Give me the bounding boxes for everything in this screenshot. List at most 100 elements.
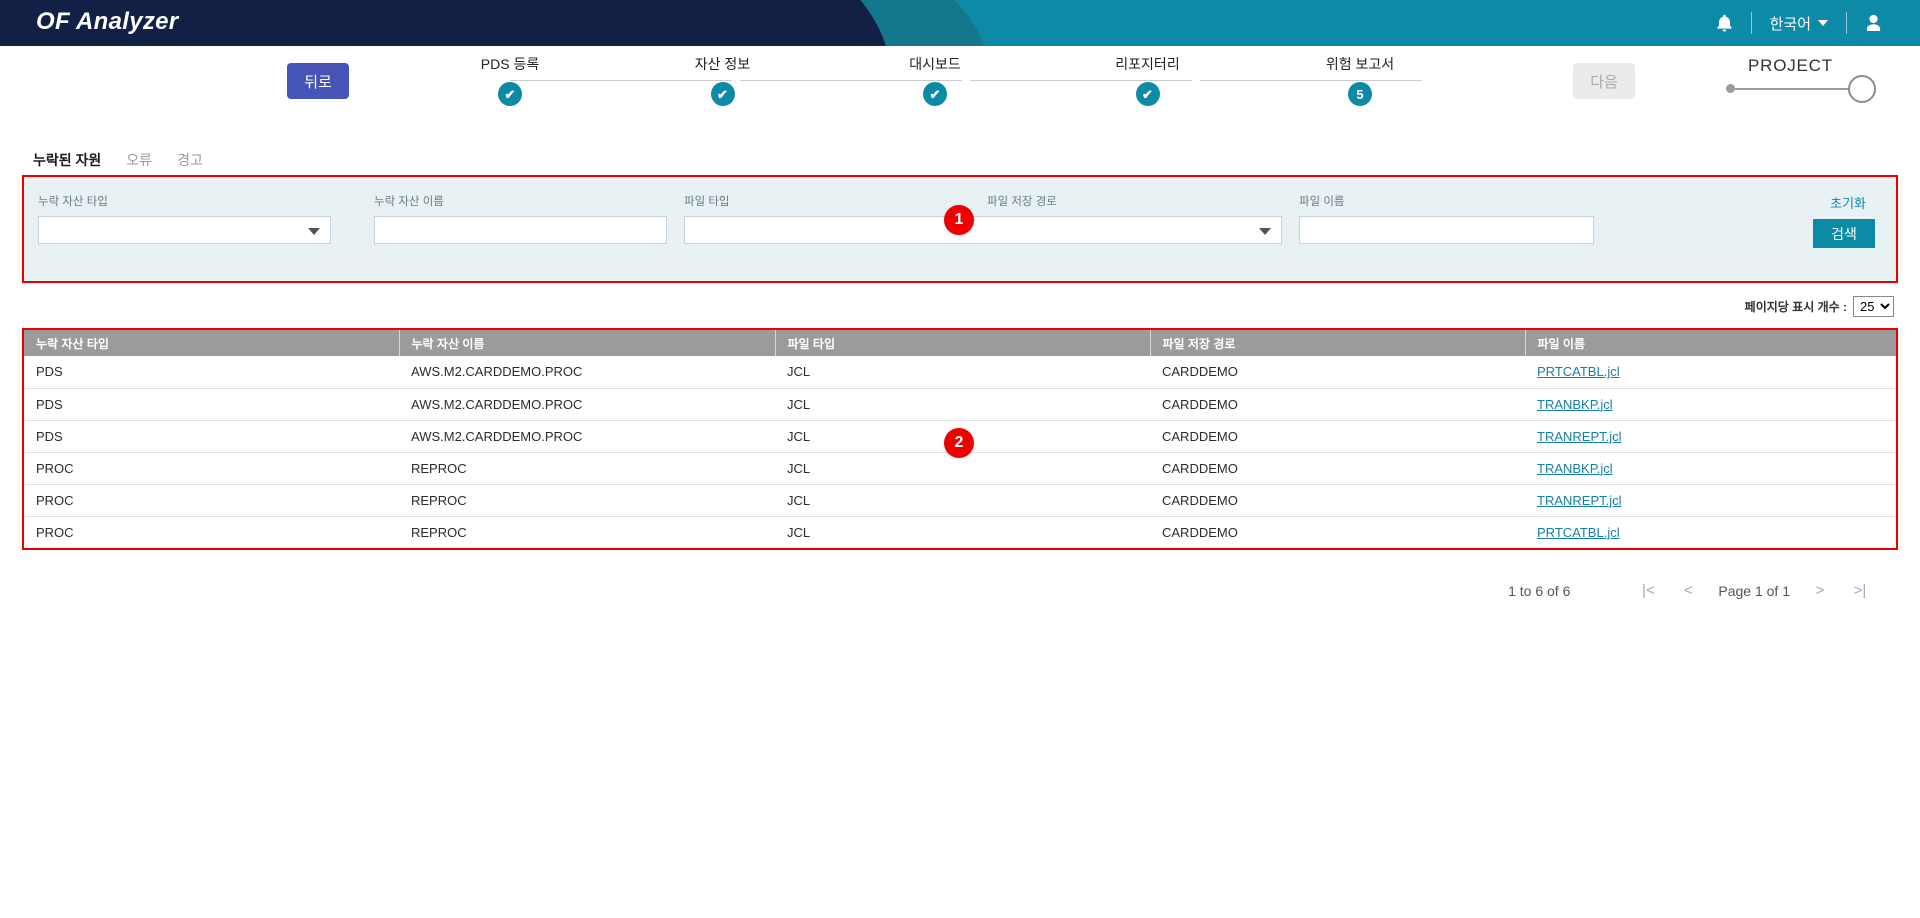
wizard-toolbar: 뒤로 PDS 등록 ✔ 자산 정보 ✔ 대시보드 ✔ 리포지터리 ✔ 위험 보고… <box>0 46 1920 118</box>
file-link[interactable]: PRTCATBL.jcl <box>1537 525 1620 540</box>
step-status-icon: ✔ <box>1135 82 1160 106</box>
cell-file-name: TRANBKP.jcl <box>1525 452 1896 485</box>
cell-file-name: TRANREPT.jcl <box>1525 484 1896 517</box>
cell-file-name: PRTCATBL.jcl <box>1525 356 1896 389</box>
file-name-input[interactable] <box>1299 216 1594 244</box>
cell-file-type: JCL <box>775 388 1150 421</box>
filter-label: 누락 자산 타입 <box>38 196 108 208</box>
file-link[interactable]: TRANREPT.jcl <box>1537 493 1622 508</box>
last-page-button[interactable]: >| <box>1840 582 1880 599</box>
cell-file-path: CARDDEMO <box>1150 420 1525 453</box>
page-indicator: Page 1 of 1 <box>1718 582 1790 599</box>
asset-type-select[interactable] <box>38 216 331 244</box>
table-row: PDS AWS.M2.CARDDEMO.PROC JCL CARDDEMO PR… <box>24 356 1896 389</box>
table-row: PROC REPROC JCL CARDDEMO TRANREPT.jcl <box>24 484 1896 517</box>
tab-missing-resources[interactable]: 누락된 자원 <box>33 150 101 170</box>
column-header-file-type[interactable]: 파일 타입 <box>774 330 1150 356</box>
filter-label: 파일 저장 경로 <box>987 196 1057 208</box>
step-label: 자산 정보 <box>694 56 751 72</box>
language-label: 한국어 <box>1769 15 1811 33</box>
next-button[interactable]: 다음 <box>1573 63 1635 99</box>
cell-file-name: TRANREPT.jcl <box>1525 420 1896 453</box>
cell-file-path: CARDDEMO <box>1162 524 1238 540</box>
cell-asset-type: PROC <box>24 484 399 517</box>
step-label: PDS 등록 <box>480 56 540 72</box>
step-marker: ✔ <box>1142 86 1153 102</box>
annotation-marker-1: 1 <box>944 205 974 235</box>
cell-asset-name: REPROC <box>399 452 775 485</box>
language-selector[interactable]: 한국어 <box>1752 0 1846 46</box>
content-tabs: 누락된 자원 오류 경고 <box>33 150 203 170</box>
filter-asset-name: 누락 자산 이름 <box>374 193 667 244</box>
page-size-label: 페이지당 표시 개수 : <box>1744 300 1847 314</box>
step-connector-4 <box>1200 80 1422 81</box>
page-size-select[interactable]: 25 <box>1853 296 1894 317</box>
tab-warnings[interactable]: 경고 <box>177 150 203 170</box>
user-account-button[interactable] <box>1847 0 1900 46</box>
user-icon <box>1866 14 1881 31</box>
table-row: PROC REPROC JCL CARDDEMO PRTCATBL.jcl <box>24 516 1896 548</box>
table-head: 누락 자산 타입 누락 자산 이름 파일 타입 파일 저장 경로 파일 이름 <box>24 330 1896 356</box>
step-label: 리포지터리 <box>1115 56 1180 72</box>
project-progress-dot <box>1726 84 1735 93</box>
step-status-icon: 5 <box>1348 82 1372 106</box>
step-connector-3 <box>970 80 1192 81</box>
file-link[interactable]: TRANBKP.jcl <box>1537 397 1613 412</box>
back-button[interactable]: 뒤로 <box>287 63 349 99</box>
bell-icon <box>1716 14 1732 31</box>
step-status-icon: ✔ <box>710 82 735 106</box>
cell-file-path: CARDDEMO <box>1150 356 1525 389</box>
search-button[interactable]: 검색 <box>1813 219 1875 248</box>
filter-label: 누락 자산 이름 <box>374 196 444 208</box>
cell-asset-name: AWS.M2.CARDDEMO.PROC <box>399 356 775 389</box>
chevron-down-icon <box>1818 20 1828 26</box>
first-page-button[interactable]: |< <box>1628 582 1668 599</box>
pagination: 1 to 6 of 6 |< < Page 1 of 1 > >| <box>1508 582 1880 599</box>
cell-asset-type: PDS <box>24 388 399 421</box>
cell-file-name: TRANBKP.jcl <box>1525 388 1896 421</box>
cell-asset-type: PDS <box>24 420 399 453</box>
cell-asset-name: REPROC <box>399 484 775 517</box>
cell-asset-type: PROC <box>24 452 399 485</box>
cell-file-path: CARDDEMO <box>1150 484 1525 517</box>
project-progress-indicator: PROJECT <box>1726 56 1886 112</box>
column-header-file-path[interactable]: 파일 저장 경로 <box>1149 330 1525 356</box>
chevron-down-icon <box>1259 228 1271 235</box>
file-type-select[interactable] <box>684 216 1282 244</box>
cell-asset-name: AWS.M2.CARDDEMO.PROC <box>399 388 775 421</box>
step-marker: ✔ <box>929 86 941 102</box>
step-status-icon: ✔ <box>923 82 947 106</box>
top-bar-actions: 한국어 <box>1698 0 1900 46</box>
filter-file-path: 파일 저장 경로 <box>987 193 1280 216</box>
cell-file-type: JCL <box>787 524 811 540</box>
cell-asset-type: PROC <box>36 524 74 540</box>
app-brand-title: OF Analyzer <box>36 8 179 35</box>
filter-label: 파일 이름 <box>1299 196 1345 208</box>
reset-filters-link[interactable]: 초기화 <box>1830 193 1866 212</box>
file-link[interactable]: PRTCATBL.jcl <box>1537 364 1620 379</box>
column-header-file-name[interactable]: 파일 이름 <box>1524 330 1896 356</box>
cell-file-name: PRTCATBL.jcl <box>1525 516 1896 548</box>
step-marker: 5 <box>1356 86 1364 102</box>
top-bar: OF Analyzer 한국어 <box>0 0 1920 46</box>
previous-page-button[interactable]: < <box>1668 582 1708 599</box>
page-size-control: 페이지당 표시 개수 : 25 <box>1745 296 1894 317</box>
step-connector-1 <box>510 80 732 81</box>
project-label: PROJECT <box>1748 56 1833 75</box>
cell-file-type: JCL <box>775 484 1150 517</box>
file-link[interactable]: TRANREPT.jcl <box>1537 429 1622 444</box>
asset-name-input[interactable] <box>374 216 667 244</box>
step-marker: ✔ <box>717 86 728 102</box>
cell-file-path: CARDDEMO <box>1150 452 1525 485</box>
step-connector-2 <box>740 80 962 81</box>
step-status-icon: ✔ <box>498 82 522 106</box>
file-link[interactable]: TRANBKP.jcl <box>1537 461 1613 476</box>
table-row: PDS AWS.M2.CARDDEMO.PROC JCL CARDDEMO TR… <box>24 388 1896 421</box>
cell-file-path: CARDDEMO <box>1150 388 1525 421</box>
table-header-row: 누락 자산 타입 누락 자산 이름 파일 타입 파일 저장 경로 파일 이름 <box>24 330 1896 356</box>
notification-bell-button[interactable] <box>1698 0 1751 46</box>
column-header-asset-name[interactable]: 누락 자산 이름 <box>398 330 775 356</box>
column-header-asset-type[interactable]: 누락 자산 타입 <box>24 330 399 356</box>
tab-errors[interactable]: 오류 <box>126 150 152 170</box>
next-page-button[interactable]: > <box>1800 582 1840 599</box>
